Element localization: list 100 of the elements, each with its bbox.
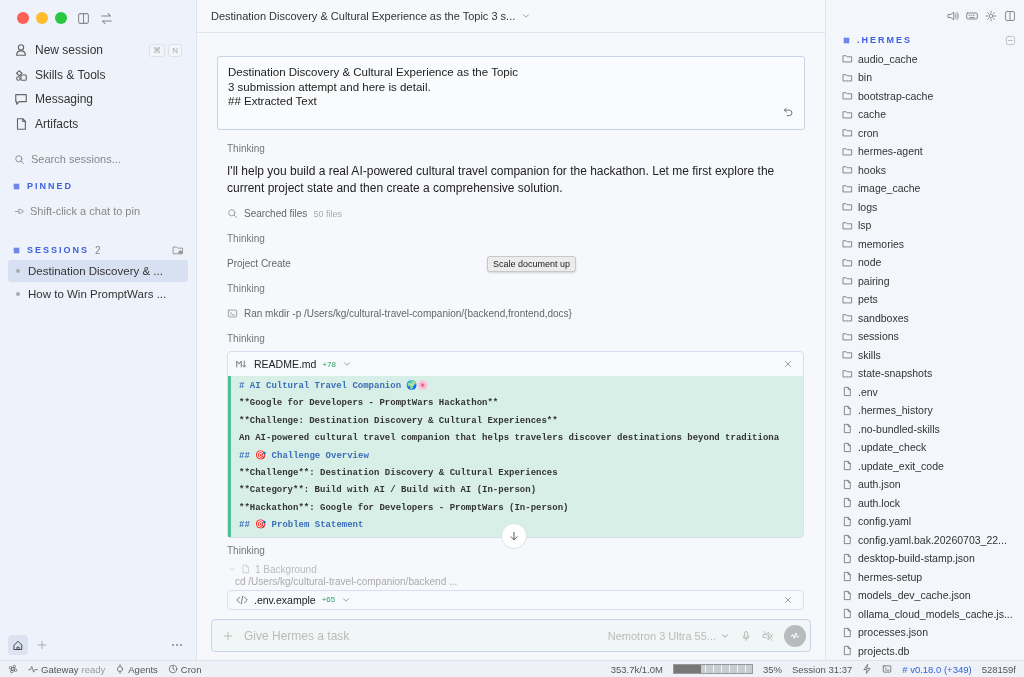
file-name[interactable]: .env.example	[254, 593, 316, 606]
plus-icon[interactable]	[222, 629, 234, 642]
file-item[interactable]: models_dev_cache.json	[842, 586, 1016, 605]
folder-item[interactable]: pets	[842, 290, 1016, 309]
close-icon[interactable]	[783, 594, 793, 605]
sidebar-toggle-icon[interactable]	[77, 11, 90, 25]
shapes-icon	[14, 67, 28, 82]
file-item[interactable]: config.yaml.bak.20260703_22...	[842, 530, 1016, 549]
hint-text: Shift-click a chat to pin	[30, 205, 141, 217]
tool-label[interactable]: Searched files	[244, 208, 308, 219]
folder-icon	[842, 312, 853, 324]
file-item[interactable]: ollama_cloud_models_cache.js...	[842, 604, 1016, 623]
folder-item[interactable]: logs	[842, 197, 1016, 216]
window-control[interactable]	[55, 12, 67, 24]
file-icon	[842, 626, 853, 638]
session-item[interactable]: How to Win PromptWars ...	[8, 283, 188, 305]
folder-item[interactable]: hooks	[842, 160, 1016, 179]
file-item[interactable]: processes.json	[842, 623, 1016, 642]
folder-icon	[842, 90, 853, 102]
nav-item[interactable]: Skills & Tools	[8, 62, 188, 87]
send-button[interactable]	[784, 624, 806, 647]
thinking-label[interactable]: Thinking	[227, 537, 265, 563]
square-icon	[12, 181, 21, 191]
folder-item[interactable]: node	[842, 253, 1016, 272]
file-item[interactable]: .update_exit_code	[842, 456, 1016, 475]
home-button[interactable]	[8, 635, 28, 655]
folder-item[interactable]: cache	[842, 105, 1016, 124]
version-link[interactable]: # v0.18.0 (+349)	[902, 663, 972, 675]
session-timer: Session 31:37	[792, 663, 853, 675]
assistant-message: I'll help you build a real AI-powered cultural travel companion for the hackathon. Let me first explore the current project state and then create a comprehensive solution.	[227, 163, 776, 197]
file-item[interactable]: .no-bundled-skills	[842, 419, 1016, 438]
folder-item[interactable]: sandboxes	[842, 308, 1016, 327]
file-item[interactable]: .update_check	[842, 438, 1016, 457]
nav-item[interactable]: New session ⌘ N	[8, 38, 188, 63]
speaker-icon[interactable]	[947, 9, 959, 22]
folder-item[interactable]: memories	[842, 234, 1016, 253]
close-icon[interactable]	[783, 359, 793, 369]
scroll-down-button[interactable]	[501, 522, 527, 549]
added-lines: +65	[321, 595, 336, 604]
folder-item[interactable]: bootstrap-cache	[842, 86, 1016, 105]
folder-item[interactable]: audio_cache	[842, 49, 1016, 68]
added-lines: +78	[322, 359, 336, 369]
file-item[interactable]: auth.json	[842, 475, 1016, 494]
thinking-label[interactable]: Thinking	[227, 276, 265, 301]
cron-button[interactable]: Cron	[167, 663, 202, 675]
folder-icon	[842, 53, 853, 65]
thinking-label[interactable]: Thinking	[227, 226, 265, 251]
file-item[interactable]: hermes-setup	[842, 567, 1016, 586]
folder-item[interactable]: hermes-agent	[842, 142, 1016, 161]
folder-item[interactable]: lsp	[842, 216, 1016, 235]
microphone-icon[interactable]	[740, 629, 752, 642]
file-icon	[842, 515, 853, 527]
nav-item[interactable]: Messaging	[8, 87, 188, 112]
mute-icon[interactable]	[762, 629, 774, 642]
window-control[interactable]	[17, 12, 29, 24]
window-control[interactable]	[36, 12, 48, 24]
thinking-label[interactable]: Thinking	[227, 326, 265, 351]
tool-label[interactable]: Project Create	[227, 258, 487, 269]
folder-item[interactable]: state-snapshots	[842, 364, 1016, 383]
file-icon	[842, 589, 853, 601]
collapse-icon[interactable]	[1005, 34, 1016, 46]
file-item[interactable]: projects.db	[842, 641, 1016, 660]
folder-item[interactable]: skills	[842, 345, 1016, 364]
folder-item[interactable]: image_cache	[842, 179, 1016, 198]
session-item[interactable]: Destination Discovery & ...	[8, 260, 188, 282]
code-line: # AI Cultural Travel Companion 🌍🌸	[239, 379, 430, 393]
agents-button[interactable]: Agents	[115, 663, 158, 675]
code-line: **Category**: Build with AI / Build with AI (In-person)	[239, 484, 538, 498]
gateway-status[interactable]: Gateway ready	[28, 663, 106, 675]
swap-icon[interactable]	[100, 11, 113, 25]
file-item[interactable]: desktop-build-stamp.json	[842, 549, 1016, 568]
code-line: **Hackathon**: Google for Developers - PromptWars (In-person)	[239, 501, 570, 515]
file-item[interactable]: config.yaml	[842, 512, 1016, 531]
caret-icon[interactable]	[342, 359, 352, 369]
folder-item[interactable]: pairing	[842, 271, 1016, 290]
keyboard-icon[interactable]	[966, 9, 978, 22]
folder-item[interactable]: cron	[842, 123, 1016, 142]
file-name[interactable]: README.md	[254, 358, 317, 370]
folder-icon	[842, 127, 853, 139]
code-line: **Challenge: Destination Discovery & Cultural Experiences**	[239, 414, 559, 428]
session-count: 2	[95, 244, 102, 256]
panel-toggle-icon[interactable]	[1004, 9, 1016, 22]
folder-icon	[842, 367, 853, 379]
folder-icon[interactable]	[172, 244, 184, 256]
file-item[interactable]: auth.lock	[842, 493, 1016, 512]
conversation-title[interactable]: Destination Discovery & Cultural Experience as the Topic 3 s...	[211, 10, 532, 22]
settings-icon[interactable]	[985, 9, 997, 22]
terminal-icon[interactable]	[882, 664, 893, 674]
file-icon	[842, 645, 853, 657]
thinking-label[interactable]: Thinking	[227, 136, 265, 161]
file-item[interactable]: .hermes_history	[842, 401, 1016, 420]
folder-item[interactable]: sessions	[842, 327, 1016, 346]
folder-icon	[842, 238, 853, 250]
undo-icon[interactable]	[783, 106, 794, 117]
file-item[interactable]: .env	[842, 382, 1016, 401]
command-label[interactable]: Ran mkdir -p /Users/kg/cultural-travel-companion/{backend,frontend,docs}	[244, 308, 572, 319]
search-field[interactable]: Search sessions...	[31, 153, 171, 165]
nav-item[interactable]: Artifacts	[8, 111, 188, 136]
folder-item[interactable]: bin	[842, 68, 1016, 87]
bolt-icon[interactable]	[862, 664, 873, 674]
